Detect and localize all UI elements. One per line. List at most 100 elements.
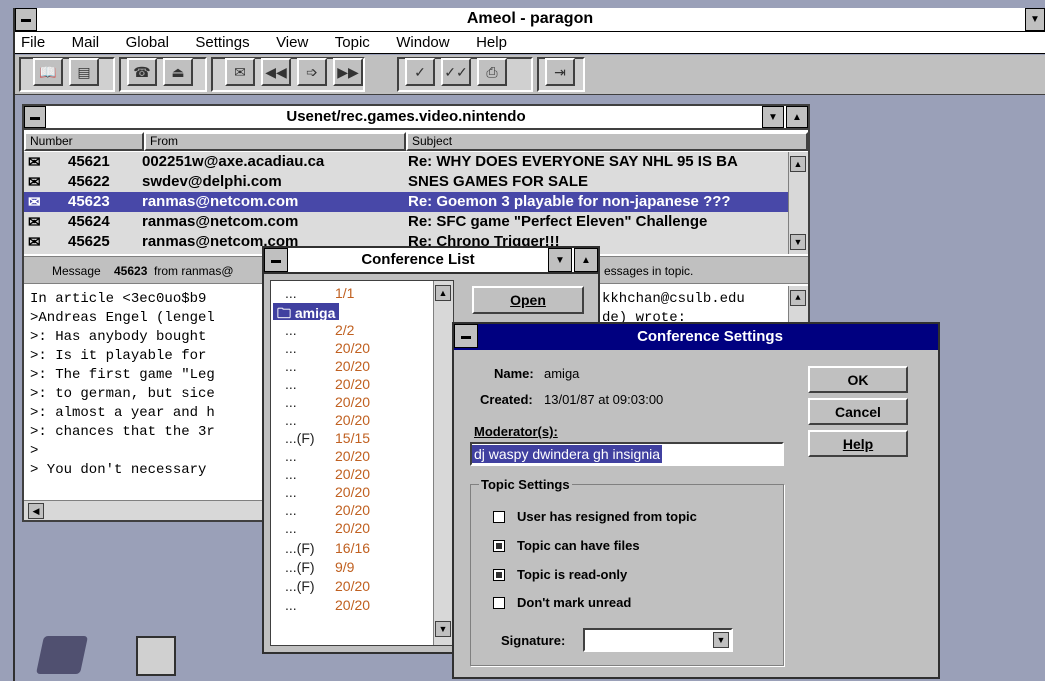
message-list-scrollbar[interactable]: ▲ ▼	[788, 152, 808, 254]
message-from: ranmas@netcom.com	[142, 213, 299, 230]
table-row[interactable]: ✉ 45622 swdev@delphi.com SNES GAMES FOR …	[24, 172, 788, 192]
message-subject: Re: WHY DOES EVERYONE SAY NHL 95 IS BA	[408, 153, 738, 170]
status-message-prefix: Message	[52, 264, 101, 278]
column-header-number[interactable]: Number	[24, 132, 144, 151]
scroll-down-icon[interactable]: ▼	[790, 234, 806, 250]
message-list-header: Number From Subject	[24, 132, 808, 151]
envelope-icon: ✉	[28, 234, 41, 251]
maximize-button[interactable]: ▲	[574, 248, 598, 272]
system-menu-button[interactable]: ▬	[15, 8, 37, 31]
check-icon[interactable]: ✓	[405, 58, 435, 86]
list-item-selected[interactable]: 🗀 amiga	[273, 303, 340, 321]
minimize-button[interactable]: ▼	[762, 106, 784, 128]
opt-user-resigned[interactable]: User has resigned from topic	[493, 509, 697, 524]
window-menu-button[interactable]: ▬	[264, 248, 288, 272]
app-title-bar[interactable]: ▬ Ameol - paragon ▼	[15, 8, 1045, 32]
toolbar: 📖 ▤ ☎ ⏏ ✉ ◀◀ ➩ ▶▶ ✓ ✓✓ ⎙ ⇥	[15, 55, 1045, 95]
open-button[interactable]: Open	[472, 286, 584, 314]
scroll-up-icon[interactable]: ▲	[790, 156, 806, 172]
menu-bar: File Mail Global Settings View Topic Win…	[15, 32, 1045, 54]
menu-topic[interactable]: Topic	[335, 34, 370, 51]
opt-read-only[interactable]: Topic is read-only	[493, 567, 627, 582]
signature-select[interactable]: ▼	[583, 628, 733, 652]
scroll-down-icon[interactable]: ▼	[435, 621, 451, 637]
cancel-button[interactable]: Cancel	[808, 398, 908, 425]
conference-tree[interactable]: ... 1/1 🗀 amiga ... 2/2 ... 20/20 ... 20/20 …	[270, 280, 454, 646]
conference-settings-title-bar[interactable]: ▬ Conference Settings	[454, 324, 938, 350]
envelope-icon: ✉	[28, 194, 41, 211]
rewind-icon[interactable]: ◀◀	[261, 58, 291, 86]
scroll-left-icon[interactable]: ◀	[28, 503, 44, 519]
opt-dont-mark-unread[interactable]: Don't mark unread	[493, 595, 631, 610]
window-menu-button[interactable]: ▬	[24, 106, 46, 128]
envelope-icon: ✉	[28, 174, 41, 191]
phone-dial-icon[interactable]: ⏏	[163, 58, 193, 86]
message-window-title: Usenet/rec.games.video.nintendo	[286, 108, 526, 125]
message-subject: SNES GAMES FOR SALE	[408, 173, 589, 190]
exit-door-icon[interactable]: ⇥	[545, 58, 575, 86]
menu-file[interactable]: File	[21, 34, 45, 51]
status-message-from: from ranmas@	[154, 264, 234, 278]
message-number: 45624	[68, 213, 110, 230]
conference-list-title-bar[interactable]: ▬ Conference List ▼ ▲	[264, 248, 598, 274]
message-number: 45622	[68, 173, 110, 190]
created-value: 13/01/87 at 09:03:00	[544, 392, 664, 407]
message-from: 002251w@axe.acadiau.ca	[142, 153, 325, 170]
help-button[interactable]: Help	[808, 430, 908, 457]
message-subject: Re: SFC game "Perfect Eleven" Challenge	[408, 213, 708, 230]
status-message-number: 45623	[114, 264, 148, 278]
check-all-icon[interactable]: ✓✓	[441, 58, 471, 86]
folder-icon: 🗀	[277, 305, 295, 321]
app-title: Ameol - paragon	[466, 10, 594, 27]
conference-list-title: Conference List	[361, 251, 475, 268]
maximize-button[interactable]: ▲	[786, 106, 808, 128]
ok-button[interactable]: OK	[808, 366, 908, 393]
table-row[interactable]: ✉ 45624 ranmas@netcom.com Re: SFC game "…	[24, 212, 788, 232]
mailbox-icon[interactable]: ✉	[225, 58, 255, 86]
menu-settings[interactable]: Settings	[195, 34, 249, 51]
forward-mail-icon[interactable]: ➩	[297, 58, 327, 86]
table-row-selected[interactable]: ✉ 45623 ranmas@netcom.com Re: Goemon 3 p…	[24, 192, 788, 212]
created-label: Created:	[480, 392, 533, 407]
menu-help[interactable]: Help	[476, 34, 507, 51]
message-window-title-bar[interactable]: ▬ Usenet/rec.games.video.nintendo ▼ ▲	[24, 106, 808, 130]
topic-settings-group: Topic Settings User has resigned from to…	[470, 477, 784, 666]
opt-can-have-files[interactable]: Topic can have files	[493, 538, 640, 553]
name-label: Name:	[494, 366, 534, 381]
minimize-button[interactable]: ▼	[548, 248, 572, 272]
fast-forward-icon[interactable]: ▶▶	[333, 58, 363, 86]
conference-settings-title: Conference Settings	[637, 328, 783, 345]
scroll-up-icon[interactable]: ▲	[790, 290, 806, 306]
message-from: ranmas@netcom.com	[142, 193, 299, 210]
conference-tree-scrollbar[interactable]: ▲ ▼	[433, 281, 453, 645]
menu-view[interactable]: View	[276, 34, 308, 51]
scroll-up-icon[interactable]: ▲	[435, 285, 451, 301]
desktop-icon-archive[interactable]	[136, 636, 176, 676]
menu-global[interactable]: Global	[126, 34, 169, 51]
message-from: swdev@delphi.com	[142, 173, 282, 190]
envelope-icon: ✉	[28, 154, 41, 171]
folders-icon[interactable]: ▤	[69, 58, 99, 86]
maximize-button[interactable]: ▼	[1025, 8, 1045, 31]
checkbox-read-only[interactable]	[493, 568, 505, 581]
printer-icon[interactable]: ⎙	[477, 58, 507, 86]
table-row[interactable]: ✉ 45621 002251w@axe.acadiau.ca Re: WHY D…	[24, 152, 788, 172]
status-topic-count: essages in topic.	[604, 264, 694, 278]
checkbox-dont-mark-unread[interactable]	[493, 596, 505, 609]
window-menu-button[interactable]: ▬	[454, 324, 478, 348]
moderators-field[interactable]: dj waspy dwindera gh insignia	[470, 442, 784, 466]
phone-icon[interactable]: ☎	[127, 58, 157, 86]
column-header-subject[interactable]: Subject	[406, 132, 808, 151]
conference-settings-dialog: ▬ Conference Settings Name: amiga Create…	[452, 322, 940, 679]
open-book-icon[interactable]: 📖	[33, 58, 63, 86]
topic-settings-label: Topic Settings	[479, 477, 572, 492]
column-header-from[interactable]: From	[144, 132, 406, 151]
menu-window[interactable]: Window	[396, 34, 449, 51]
desktop-icon-printer[interactable]	[35, 636, 89, 674]
menu-mail[interactable]: Mail	[72, 34, 100, 51]
moderators-label: Moderator(s):	[474, 424, 558, 439]
checkbox-resigned[interactable]	[493, 510, 505, 523]
moderators-value: dj waspy dwindera gh insignia	[472, 445, 662, 463]
chevron-down-icon[interactable]: ▼	[713, 632, 729, 648]
checkbox-files[interactable]	[493, 539, 505, 552]
